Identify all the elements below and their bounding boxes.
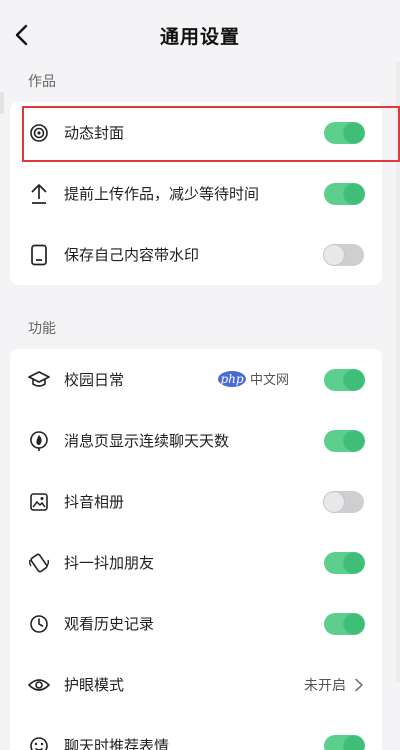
chat-streak-toggle[interactable] (324, 429, 364, 452)
setting-row-album[interactable]: 抖音相册 (10, 471, 382, 532)
chevron-left-icon (15, 24, 28, 46)
page-title: 通用设置 (159, 25, 240, 48)
section-label-works: 作品 (28, 74, 56, 90)
setting-label: 护眼模式 (64, 676, 125, 694)
setting-row-shake-friend[interactable]: 抖一抖加朋友 (10, 532, 382, 593)
graduation-cap-icon (28, 369, 50, 391)
setting-label: 聊天时推荐表情 (64, 737, 170, 750)
campus-toggle[interactable] (324, 368, 364, 391)
works-settings-group: 动态封面 提前上传作品，减少等待时间 保存自己内容带水印 (10, 102, 382, 285)
setting-label: 提前上传作品，减少等待时间 (64, 185, 260, 203)
section-label-features: 功能 (28, 321, 56, 337)
setting-row-dynamic-cover[interactable]: 动态封面 (10, 102, 382, 163)
chevron-right-icon (355, 678, 363, 691)
save-watermark-toggle[interactable] (324, 243, 364, 266)
watermark-logo: php 中文网 (218, 369, 289, 388)
setting-row-chat-streak[interactable]: 消息页显示连续聊天天数 (10, 410, 382, 471)
dynamic-cover-icon (28, 122, 50, 144)
features-settings-group: 校园日常 消息页显示连续聊天天数 抖音相册 抖一抖加朋友 观看历史记录 护眼模式 (10, 349, 382, 750)
flame-badge-icon (28, 430, 50, 452)
album-icon (28, 491, 50, 513)
top-bar: 通用设置 (0, 0, 400, 70)
edge-handle (0, 92, 4, 114)
early-upload-toggle[interactable] (324, 182, 364, 205)
shake-friend-toggle[interactable] (324, 551, 364, 574)
watermark-text: 中文网 (250, 373, 290, 388)
setting-label: 动态封面 (64, 124, 125, 142)
scrollbar-track[interactable] (396, 62, 400, 682)
eye-icon (28, 674, 50, 696)
setting-row-eye-care[interactable]: 护眼模式 未开启 (10, 654, 382, 715)
back-button[interactable] (6, 18, 36, 52)
phone-save-icon (28, 244, 50, 266)
setting-label: 抖一抖加朋友 (64, 554, 155, 572)
emoji-suggest-toggle[interactable] (324, 734, 364, 750)
upload-icon (28, 183, 50, 205)
watermark-php-badge: php (218, 370, 246, 387)
setting-label: 抖音相册 (64, 493, 125, 511)
setting-row-early-upload[interactable]: 提前上传作品，减少等待时间 (10, 163, 382, 224)
dynamic-cover-toggle[interactable] (324, 121, 364, 144)
setting-row-watch-history[interactable]: 观看历史记录 (10, 593, 382, 654)
eye-care-status: 未开启 (304, 677, 346, 694)
setting-label: 消息页显示连续聊天天数 (64, 432, 230, 450)
watch-history-toggle[interactable] (324, 612, 364, 635)
setting-row-campus[interactable]: 校园日常 (10, 349, 382, 410)
shake-phone-icon (28, 552, 50, 574)
emoji-icon (28, 735, 50, 750)
album-toggle[interactable] (324, 490, 364, 513)
setting-row-emoji-suggest[interactable]: 聊天时推荐表情 (10, 715, 382, 750)
setting-label: 观看历史记录 (64, 615, 155, 633)
clock-icon (28, 613, 50, 635)
setting-row-save-watermark[interactable]: 保存自己内容带水印 (10, 224, 382, 285)
setting-label: 保存自己内容带水印 (64, 246, 200, 264)
